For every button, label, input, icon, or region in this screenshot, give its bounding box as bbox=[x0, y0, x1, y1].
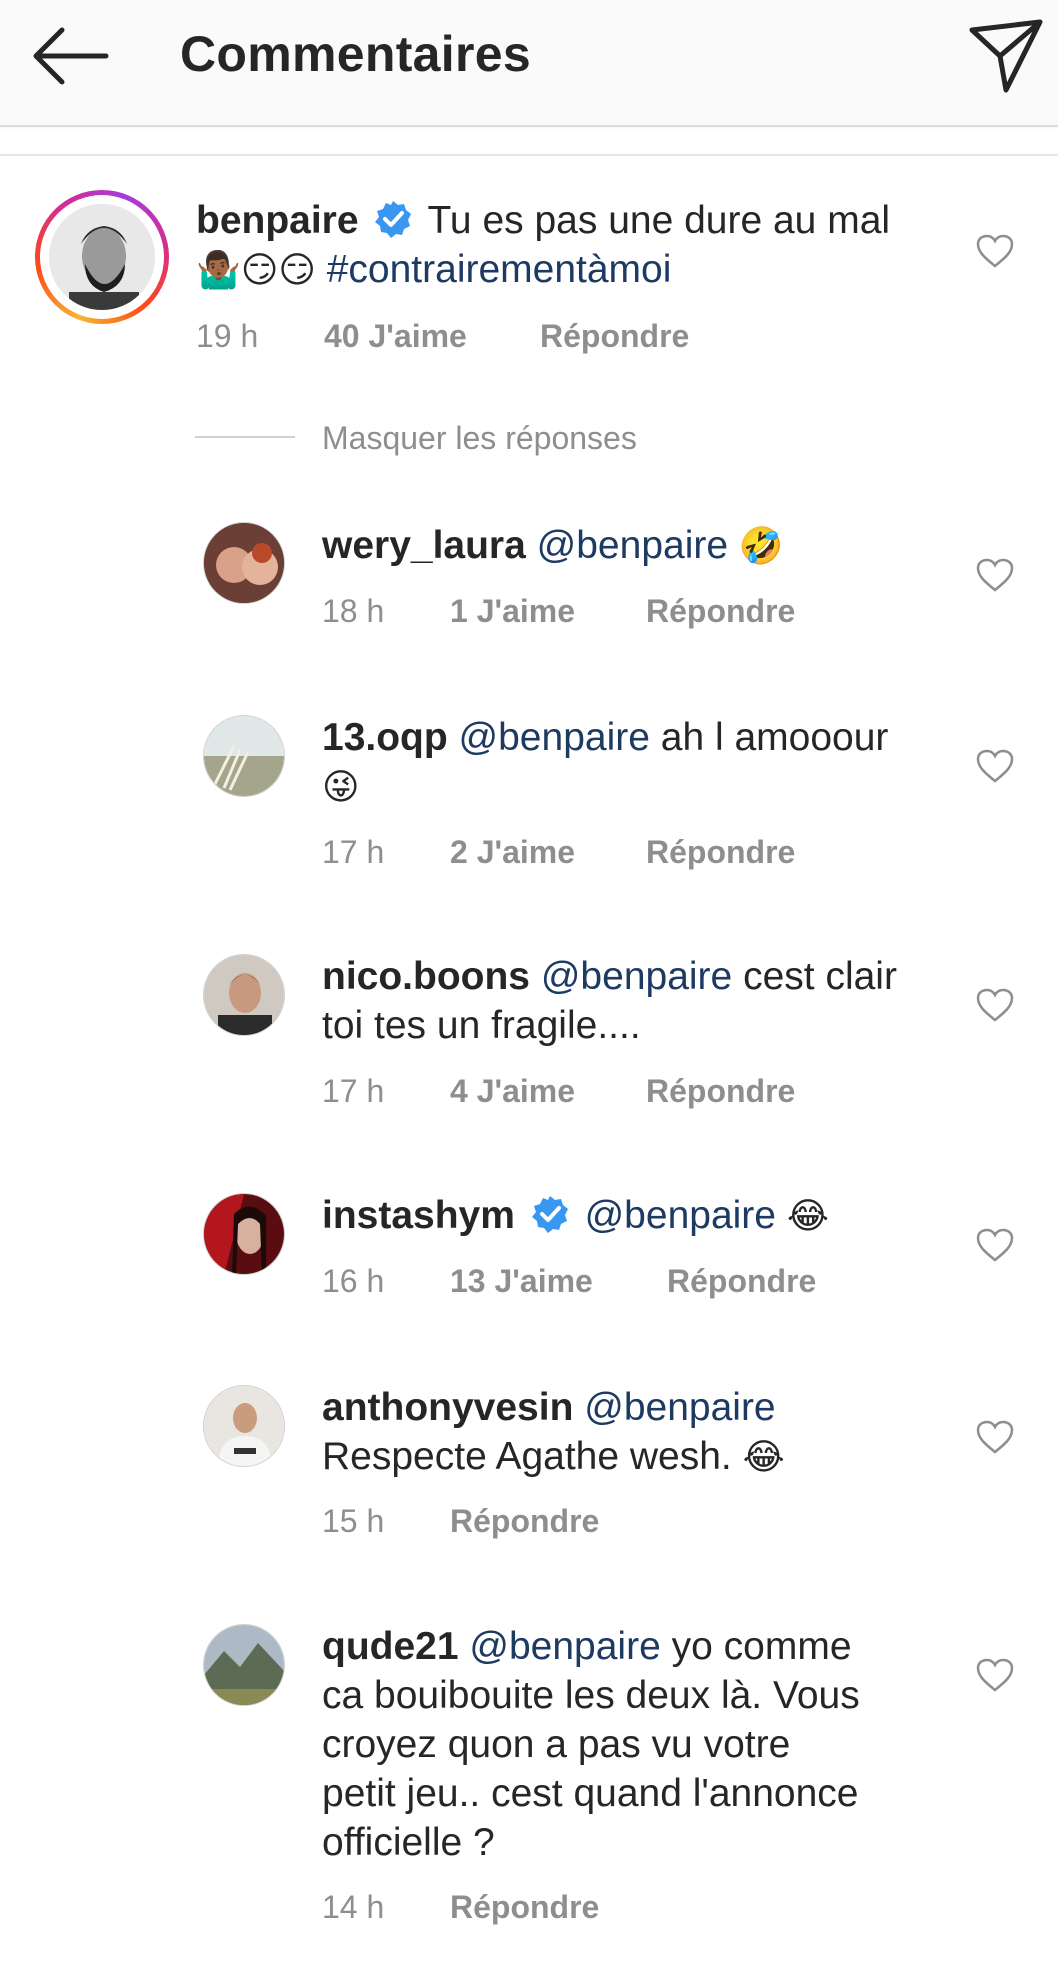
comment-meta: 18 h 1 J'aime Répondre bbox=[322, 593, 922, 633]
emoji: 🤣 bbox=[738, 526, 784, 567]
avatar[interactable] bbox=[203, 954, 285, 1036]
reply-button[interactable]: Répondre bbox=[646, 593, 795, 630]
comment-body: Respecte Agathe wesh. bbox=[322, 1435, 732, 1478]
reply-button[interactable]: Répondre bbox=[646, 834, 795, 871]
reply-text: anthonyvesin @benpaire Respecte Agathe w… bbox=[322, 1383, 962, 1482]
timestamp: 15 h bbox=[322, 1503, 385, 1539]
heart-icon[interactable] bbox=[975, 557, 1015, 593]
avatar[interactable] bbox=[203, 522, 285, 604]
heart-icon[interactable] bbox=[975, 987, 1015, 1023]
divider bbox=[195, 436, 295, 438]
likes-count[interactable]: 13 J'aime bbox=[450, 1263, 593, 1300]
heart-icon[interactable] bbox=[975, 1657, 1015, 1693]
divider bbox=[0, 154, 1058, 156]
comment-body: toi tes un fragile.... bbox=[322, 1004, 641, 1047]
verified-badge-icon bbox=[531, 1196, 568, 1233]
comment-body: petit jeu.. cest quand l'annonce bbox=[322, 1772, 859, 1815]
emoji: 😂 bbox=[786, 1196, 829, 1237]
reply-text: 13.oqp @benpaire ah l amooour 😜 bbox=[322, 713, 942, 812]
likes-count[interactable]: 40 J'aime bbox=[324, 318, 467, 355]
username[interactable]: 13.oqp bbox=[322, 716, 448, 759]
username[interactable]: benpaire bbox=[196, 199, 359, 242]
avatar[interactable] bbox=[203, 715, 285, 797]
comment-body: yo comme bbox=[671, 1625, 852, 1668]
emoji: 😂 bbox=[742, 1437, 785, 1478]
reply-button[interactable]: Répondre bbox=[450, 1503, 599, 1540]
comment-body: Tu es pas une dure au mal bbox=[427, 199, 891, 242]
username[interactable]: qude21 bbox=[322, 1625, 459, 1668]
comment-meta: 19 h 40 J'aime Répondre bbox=[196, 318, 796, 358]
comment-meta: 16 h 13 J'aime Répondre bbox=[322, 1263, 922, 1303]
avatar[interactable] bbox=[203, 1193, 285, 1275]
timestamp: 14 h bbox=[322, 1889, 385, 1925]
verified-badge-icon bbox=[375, 201, 412, 238]
heart-icon[interactable] bbox=[975, 1419, 1015, 1455]
comment-text: benpaire Tu es pas une dure au mal 🤷🏾‍♂️… bbox=[196, 196, 916, 295]
reply-button[interactable]: Répondre bbox=[646, 1073, 795, 1110]
mention-link[interactable]: @benpaire bbox=[537, 524, 728, 567]
mention-link[interactable]: @benpaire bbox=[585, 1194, 776, 1237]
avatar[interactable] bbox=[203, 1624, 285, 1706]
username[interactable]: nico.boons bbox=[322, 955, 530, 998]
likes-count[interactable]: 4 J'aime bbox=[450, 1073, 575, 1110]
emoji: 🤷🏾‍♂️😏😏 bbox=[196, 250, 316, 291]
top-bar: Commentaires bbox=[0, 0, 1058, 127]
username[interactable]: instashym bbox=[322, 1194, 515, 1237]
reply-button[interactable]: Répondre bbox=[667, 1263, 816, 1300]
arrow-left-icon bbox=[33, 27, 109, 85]
username[interactable]: wery_laura bbox=[322, 524, 526, 567]
heart-icon[interactable] bbox=[975, 748, 1015, 784]
mention-link[interactable]: @benpaire bbox=[469, 1625, 660, 1668]
timestamp: 18 h bbox=[322, 593, 385, 629]
timestamp: 19 h bbox=[196, 318, 259, 354]
avatar-photo bbox=[49, 204, 155, 310]
emoji: 😜 bbox=[322, 767, 360, 808]
mention-link[interactable]: @benpaire bbox=[584, 1386, 775, 1429]
reply-text: instashym @benpaire 😂 bbox=[322, 1191, 962, 1241]
paper-plane-icon bbox=[969, 19, 1043, 93]
reply-text: nico.boons @benpaire cest clair toi tes … bbox=[322, 952, 962, 1050]
comment-meta: 14 h Répondre bbox=[322, 1889, 922, 1929]
mention-link[interactable]: @benpaire bbox=[541, 955, 732, 998]
timestamp: 17 h bbox=[322, 1073, 385, 1109]
timestamp: 16 h bbox=[322, 1263, 385, 1299]
comment-body: croyez quon a pas vu votre bbox=[322, 1723, 791, 1766]
comment-meta: 17 h 4 J'aime Répondre bbox=[322, 1073, 922, 1113]
comment-meta: 17 h 2 J'aime Répondre bbox=[322, 834, 922, 874]
timestamp: 17 h bbox=[322, 834, 385, 870]
comment-body: officielle ? bbox=[322, 1821, 495, 1864]
comment-body: ca bouibouite les deux là. Vous bbox=[322, 1674, 860, 1717]
reply-button[interactable]: Répondre bbox=[450, 1889, 599, 1926]
heart-icon[interactable] bbox=[975, 233, 1015, 269]
mention-link[interactable]: @benpaire bbox=[459, 716, 650, 759]
heart-icon[interactable] bbox=[975, 1227, 1015, 1263]
reply-button[interactable]: Répondre bbox=[540, 318, 689, 355]
avatar[interactable] bbox=[203, 1385, 285, 1467]
username[interactable]: anthonyvesin bbox=[322, 1386, 573, 1429]
likes-count[interactable]: 1 J'aime bbox=[450, 593, 575, 630]
hashtag-link[interactable]: #contrairementàmoi bbox=[327, 248, 672, 291]
comment-body: cest clair bbox=[743, 955, 897, 998]
hide-replies-button[interactable]: Masquer les réponses bbox=[322, 420, 637, 457]
comment-meta: 15 h Répondre bbox=[322, 1503, 922, 1543]
page-title: Commentaires bbox=[180, 26, 531, 82]
comment-body: ah l amooour bbox=[660, 716, 889, 759]
story-ring[interactable] bbox=[35, 190, 169, 324]
likes-count[interactable]: 2 J'aime bbox=[450, 834, 575, 871]
reply-text: qude21 @benpaire yo comme ca bouibouite … bbox=[322, 1622, 962, 1867]
share-button[interactable] bbox=[966, 16, 1046, 96]
back-button[interactable] bbox=[28, 20, 112, 92]
avatar bbox=[49, 204, 155, 310]
reply-text: wery_laura @benpaire 🤣 bbox=[322, 521, 962, 571]
